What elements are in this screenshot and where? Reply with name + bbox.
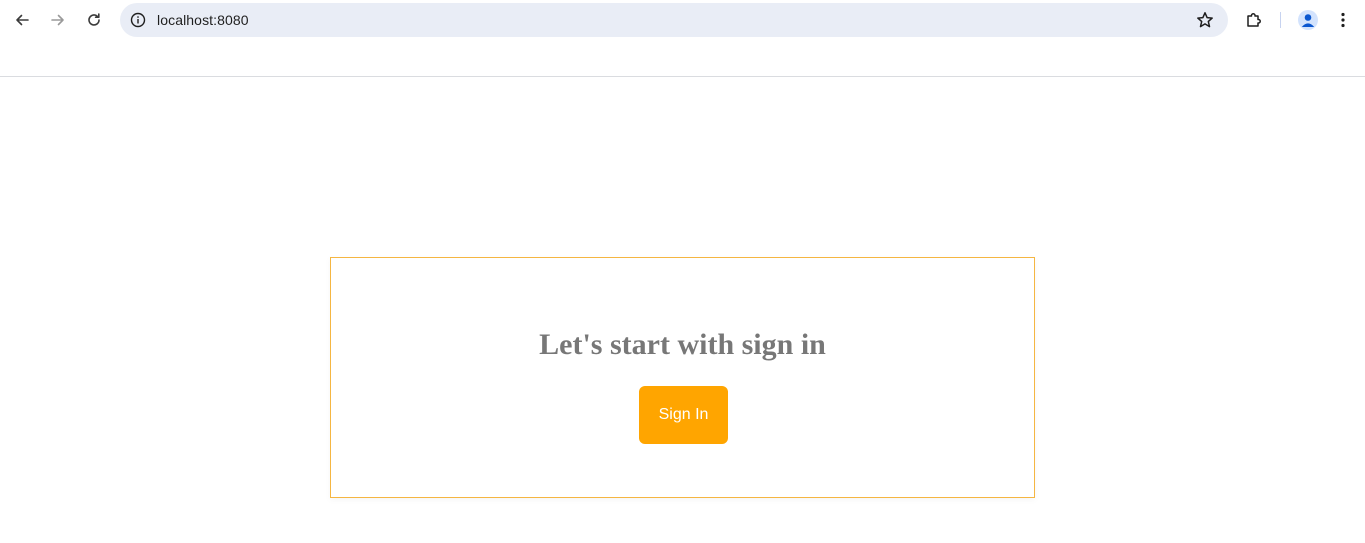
browser-toolbar: localhost:8080 xyxy=(0,0,1365,77)
avatar xyxy=(1298,10,1318,30)
page-title: Let's start with sign in xyxy=(539,328,826,361)
forward-arrow-icon xyxy=(51,14,64,26)
puzzle-icon xyxy=(1247,13,1261,27)
star-icon xyxy=(1197,12,1213,28)
kebab-menu-icon xyxy=(1341,12,1345,28)
profile-icon xyxy=(1301,14,1315,27)
back-button[interactable] xyxy=(8,6,36,34)
profile-button[interactable] xyxy=(1294,6,1322,34)
url-text[interactable]: localhost:8080 xyxy=(157,12,249,28)
forward-button[interactable] xyxy=(44,6,72,34)
bookmark-button[interactable] xyxy=(1196,11,1214,29)
reload-icon xyxy=(88,13,100,26)
reload-button[interactable] xyxy=(80,6,108,34)
address-bar[interactable]: localhost:8080 xyxy=(120,3,1228,37)
info-icon xyxy=(130,12,146,28)
sign-in-card: Let's start with sign in Sign In xyxy=(330,257,1035,498)
site-info-button[interactable] xyxy=(129,11,147,29)
toolbar-divider xyxy=(1280,12,1281,28)
back-arrow-icon xyxy=(16,14,29,26)
sign-in-button[interactable]: Sign In xyxy=(639,386,728,444)
browser-menu-button[interactable] xyxy=(1329,6,1357,34)
extensions-button[interactable] xyxy=(1240,6,1268,34)
